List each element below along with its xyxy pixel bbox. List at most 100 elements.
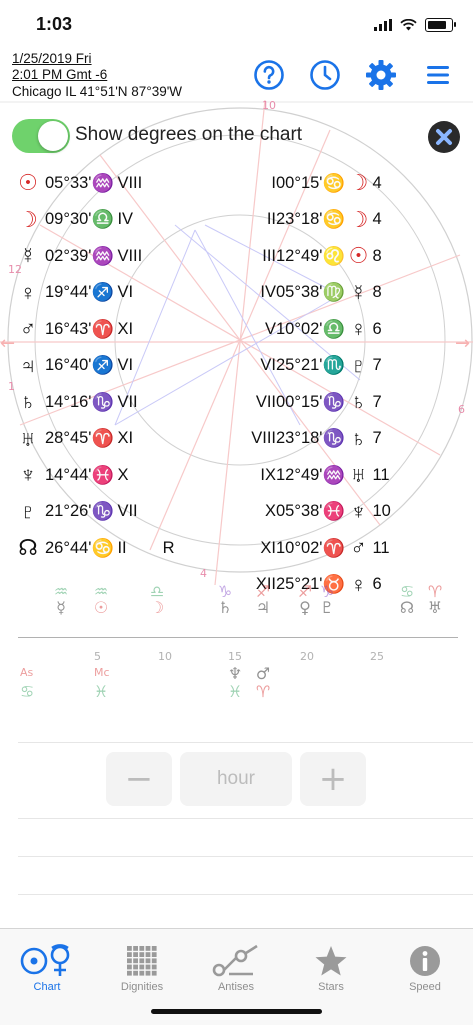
toggle-knob — [38, 121, 68, 151]
house-row[interactable]: VII 00°15' ♑ ♄ 7 — [248, 389, 382, 415]
svg-text:→: → — [455, 333, 470, 354]
time-unit-selector[interactable]: hour — [180, 752, 292, 806]
planet-row[interactable]: ☉ 05°33' ♒ VIII — [14, 170, 142, 196]
chart-date[interactable]: 1/25/2019 Fri — [12, 51, 92, 67]
planet-degree: 05°33' — [45, 173, 92, 192]
planet-row[interactable]: ♂ 16°43' ♈ XI — [14, 316, 133, 342]
planet-glyph: ♄ — [19, 389, 37, 414]
house-row[interactable]: II 23°18' ♋ ☽ 4 — [248, 207, 382, 233]
hour-decrement-button[interactable]: − — [106, 752, 172, 806]
house-row[interactable]: III 12°49' ♌ ☉ 8 — [248, 243, 381, 269]
planet-row[interactable]: ♀ 19°44' ♐ VI — [14, 280, 133, 306]
planet-house: VIII — [117, 246, 143, 265]
tab-chart[interactable]: Chart — [0, 929, 94, 993]
house-sign: ♑ — [322, 391, 345, 412]
house-degree: 10°02' — [276, 538, 323, 557]
tab-dignities[interactable]: Dignities — [95, 929, 189, 993]
house-degree: 23°18' — [276, 429, 323, 447]
planet-glyph: ♀ — [19, 279, 37, 305]
menu-button[interactable] — [421, 58, 455, 92]
tab-antises[interactable]: Antises — [189, 929, 283, 993]
cellular-signal-icon — [374, 19, 392, 31]
house-sign: ♈ — [322, 537, 345, 558]
house-number: X — [264, 502, 276, 520]
planet-row[interactable]: ☊ 26°44' ♋ II R — [14, 535, 174, 561]
house-number: I — [271, 173, 276, 192]
planet-glyph: ♇ — [19, 498, 37, 524]
planet-house: VII — [117, 392, 138, 411]
tab-stars[interactable]: Stars — [284, 929, 378, 993]
chart-icon — [20, 944, 70, 976]
house-degree: 00°15' — [276, 392, 323, 411]
house-sign: ♎ — [322, 318, 345, 339]
planet-degree: 09°30' — [45, 210, 92, 228]
house-ruler-glyph: ☽ — [348, 170, 369, 195]
planet-glyph: ♆ — [19, 462, 37, 487]
planet-house: XI — [117, 319, 134, 338]
settings-button[interactable] — [364, 58, 398, 92]
house-row[interactable]: V 10°02' ♎ ♀ 6 — [248, 316, 382, 342]
dignities-grid-icon — [127, 946, 157, 976]
house-row[interactable]: IV 05°38' ♍ ☿ 8 — [248, 279, 381, 306]
house-row[interactable]: XI 10°02' ♈ ♂ 11 — [248, 535, 389, 561]
planet-sign: ♑ — [91, 501, 114, 521]
house-ruler-glyph: ♇ — [350, 352, 367, 378]
house-sign: ♌ — [322, 245, 345, 266]
star-icon — [315, 946, 347, 976]
help-button[interactable] — [252, 58, 286, 92]
planet-sign: ♐ — [91, 355, 114, 375]
history-button[interactable] — [308, 58, 342, 92]
ruler-house: 7 — [372, 356, 382, 374]
svg-text:←: ← — [0, 333, 15, 354]
show-degrees-toggle[interactable] — [12, 119, 70, 153]
planet-degree: 16°40' — [45, 356, 92, 374]
planet-row[interactable]: ♅ 28°45' ♈ XI — [14, 426, 133, 452]
house-row[interactable]: VI 25°21' ♏ ♇ 7 — [248, 352, 382, 379]
house-row[interactable]: IX 12°49' ♒ ♅ 11 — [248, 462, 389, 488]
planet-glyph: ♅ — [19, 425, 37, 451]
house-number: VIII — [251, 429, 276, 447]
house-degree: 10°02' — [276, 319, 323, 338]
chart-time[interactable]: 2:01 PM Gmt -6 — [12, 67, 107, 83]
house-sign: ♋ — [322, 209, 345, 229]
svg-text:10: 10 — [262, 99, 276, 112]
question-circle-icon — [254, 60, 284, 90]
planet-row[interactable]: ♃ 16°40' ♐ VI — [14, 353, 133, 379]
house-row[interactable]: VIII 23°18' ♑ ♄ 7 — [248, 425, 382, 452]
house-number: II — [266, 210, 276, 228]
close-button[interactable] — [428, 121, 460, 153]
house-number: XI — [260, 538, 276, 557]
house-degree: 05°38' — [276, 283, 323, 301]
timeline-midheaven-label: Mc — [94, 666, 110, 679]
planet-glyph: ☉ — [18, 170, 38, 195]
planet-row[interactable]: ♇ 21°26' ♑ VII — [14, 499, 138, 525]
house-number: VII — [255, 392, 276, 411]
timeline-tick-20: 20 — [300, 650, 314, 663]
planet-sign: ♒ — [91, 172, 114, 193]
planet-row[interactable]: ♆ 14°44' ♓ X — [14, 462, 129, 488]
hour-increment-button[interactable]: + — [300, 752, 366, 806]
transit-timeline[interactable]: ♒ ♒ ♎ ☿ ☉ ☽ ♑ ♄ ♐ ♐ ♑ ♃ ♀ ♇ ♋ ♈ ☊ ♅ 5 10… — [0, 580, 473, 710]
timeline-tick-25: 25 — [370, 650, 384, 663]
tab-chart-label: Chart — [33, 981, 61, 993]
house-row[interactable]: X 05°38' ♓ ♆ 10 — [248, 499, 391, 525]
wifi-icon — [400, 19, 417, 31]
house-ruler-glyph: ♄ — [350, 425, 367, 451]
tab-stars-label: Stars — [318, 981, 344, 993]
planet-row[interactable]: ☿ 02°39' ♒ VIII — [14, 243, 142, 269]
house-ruler-glyph: ☿ — [350, 279, 367, 305]
battery-icon — [425, 18, 456, 32]
tab-speed[interactable]: Speed — [378, 929, 472, 993]
planet-sign: ♓ — [91, 464, 114, 485]
house-degree: 00°15' — [276, 173, 323, 192]
planet-sign: ♒ — [91, 245, 114, 266]
planet-row[interactable]: ♄ 14°16' ♑ VII — [14, 389, 138, 415]
planet-row[interactable]: ☽ 09°30' ♎ IV — [14, 207, 133, 233]
ruler-house: 7 — [372, 429, 382, 447]
planet-glyph: ♂ — [19, 316, 37, 341]
info-icon — [410, 946, 440, 976]
status-time: 1:03 — [36, 14, 73, 34]
planet-degree: 26°44' — [45, 538, 92, 557]
house-row[interactable]: I 00°15' ♋ ☽ 4 — [248, 170, 381, 196]
house-degree: 23°18' — [276, 210, 323, 228]
